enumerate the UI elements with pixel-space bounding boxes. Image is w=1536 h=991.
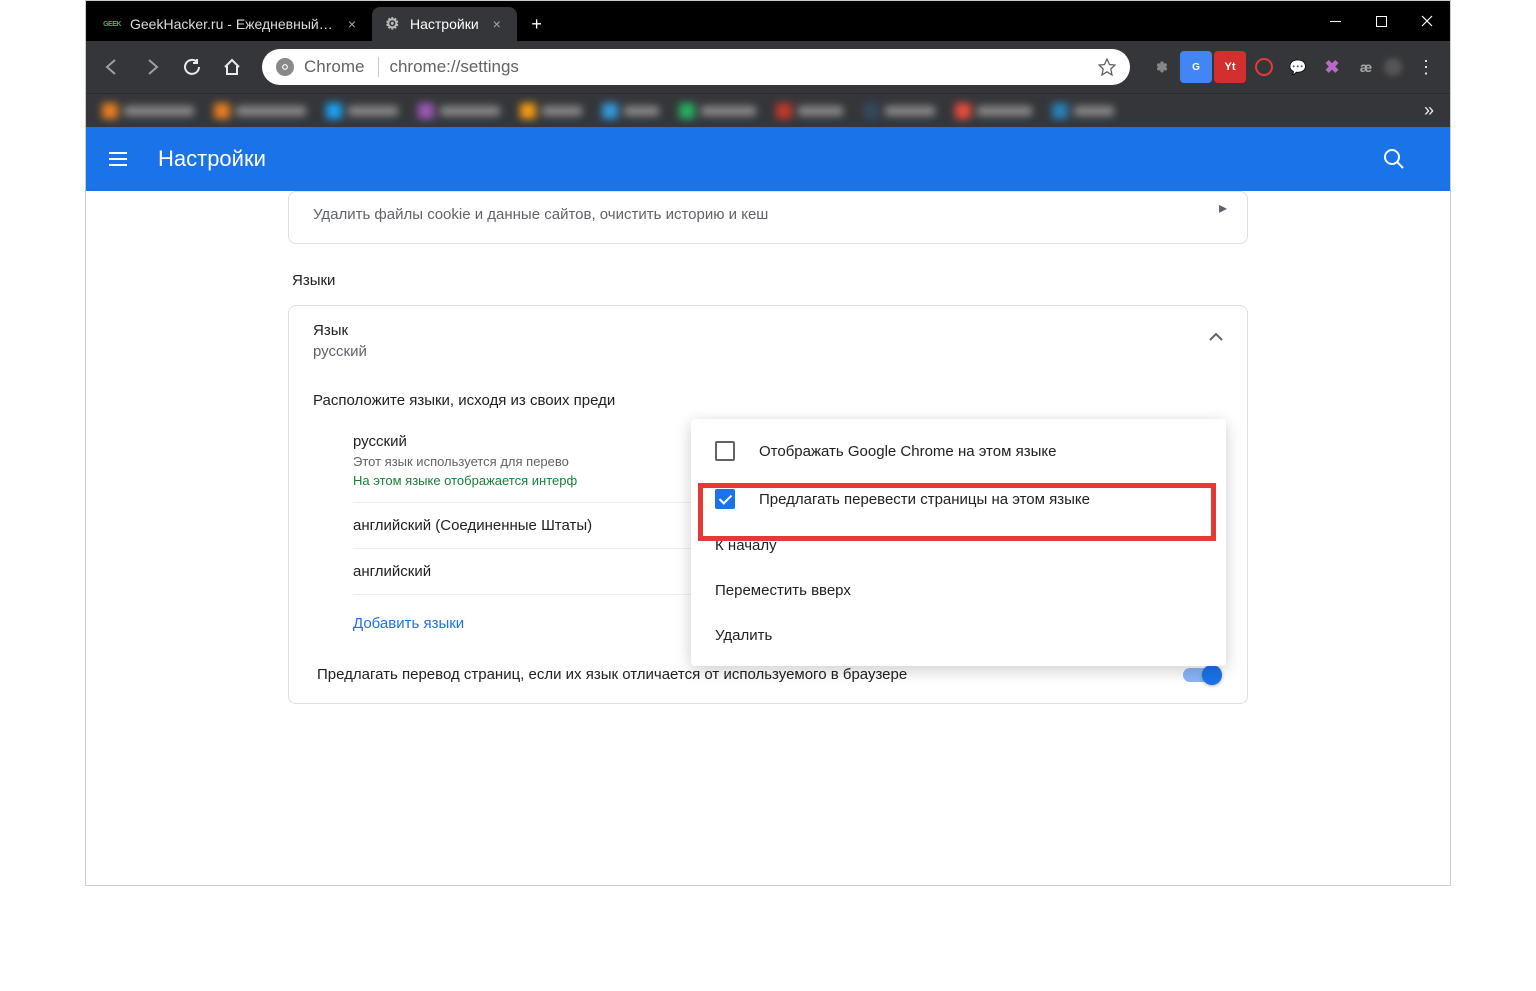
bookmark-item[interactable] (1044, 99, 1122, 123)
language-label: Язык (313, 322, 1209, 339)
extension-icon[interactable] (1384, 58, 1402, 76)
bookmark-item[interactable] (512, 99, 590, 123)
origin-chip: Chrome (304, 57, 379, 77)
popup-label: Удалить (715, 627, 772, 644)
tab-title: Настройки (410, 16, 479, 32)
clear-history-card[interactable]: Удалить файлы cookie и данные сайтов, оч… (288, 191, 1248, 244)
language-value: русский (313, 343, 1209, 360)
extensions-area: ✽ G Yt 💬 ✖ æ (1142, 51, 1406, 83)
extension-icon[interactable]: ✽ (1146, 51, 1178, 83)
bookmark-item[interactable] (318, 99, 406, 123)
popup-display-chrome[interactable]: Отображать Google Chrome на этом языке (691, 427, 1226, 475)
bookmark-item[interactable] (594, 99, 667, 123)
close-icon[interactable]: × (489, 16, 505, 32)
hamburger-icon[interactable] (106, 147, 130, 171)
offer-translate-row: Предлагать перевод страниц, если их язык… (313, 666, 1223, 683)
bookmark-item[interactable] (671, 99, 764, 123)
bookmark-item[interactable] (947, 99, 1040, 123)
extension-icon[interactable]: 💬 (1282, 51, 1314, 83)
url-text: chrome://settings (389, 57, 1088, 77)
checkbox-checked-icon[interactable] (715, 489, 735, 509)
bookmark-star-icon[interactable] (1098, 58, 1116, 76)
language-options-popup: Отображать Google Chrome на этом языке П… (691, 419, 1226, 666)
gear-icon: ⚙ (384, 16, 400, 32)
bookmark-item[interactable] (206, 99, 314, 123)
extension-icon[interactable]: æ (1350, 51, 1382, 83)
bookmark-item[interactable] (410, 99, 508, 123)
popup-label: К началу (715, 537, 777, 554)
toolbar: Chrome chrome://settings ✽ G Yt 💬 ✖ æ ⋮ (86, 41, 1450, 93)
languages-section-title: Языки (292, 272, 1248, 289)
offer-translate-label: Предлагать перевод страниц, если их язык… (317, 666, 1183, 683)
clear-history-subtitle: Удалить файлы cookie и данные сайтов, оч… (313, 206, 1223, 223)
bookmark-item[interactable] (94, 99, 202, 123)
bookmark-item[interactable] (768, 99, 851, 123)
address-bar[interactable]: Chrome chrome://settings (262, 49, 1130, 85)
popup-label: Предлагать перевести страницы на этом яз… (759, 491, 1090, 508)
window-controls (1312, 1, 1450, 41)
bookmarks-bar: » (86, 93, 1450, 127)
chevron-right-icon: ▸ (1219, 198, 1227, 218)
favicon-geek: GEEK (104, 16, 120, 32)
checkbox-icon[interactable] (715, 441, 735, 461)
new-tab-button[interactable]: + (523, 10, 551, 38)
chevron-up-icon (1209, 332, 1223, 342)
tab-settings[interactable]: ⚙ Настройки × (372, 7, 517, 41)
popup-offer-translate[interactable]: Предлагать перевести страницы на этом яз… (691, 475, 1226, 523)
chrome-icon (276, 58, 294, 76)
titlebar: GEEK GeekHacker.ru - Ежедневный жу × ⚙ Н… (86, 1, 1450, 41)
bookmarks-overflow-icon[interactable]: » (1416, 100, 1442, 121)
tab-strip: GEEK GeekHacker.ru - Ежедневный жу × ⚙ Н… (86, 1, 1312, 41)
bookmark-item[interactable] (855, 99, 943, 123)
popup-label: Отображать Google Chrome на этом языке (759, 443, 1056, 460)
language-expand-row[interactable]: Язык русский (289, 306, 1247, 370)
page-title: Настройки (158, 146, 1382, 172)
close-icon[interactable]: × (344, 16, 360, 32)
search-icon[interactable] (1382, 147, 1406, 171)
home-button[interactable] (214, 49, 250, 85)
extension-icon[interactable]: ✖ (1316, 51, 1348, 83)
extension-icon[interactable] (1248, 51, 1280, 83)
popup-delete[interactable]: Удалить (691, 613, 1226, 658)
popup-label: Переместить вверх (715, 582, 851, 599)
offer-translate-toggle[interactable] (1183, 668, 1219, 682)
reload-button[interactable] (174, 49, 210, 85)
tab-title: GeekHacker.ru - Ежедневный жу (130, 16, 334, 32)
extension-icon[interactable]: Yt (1214, 51, 1246, 83)
menu-button[interactable]: ⋮ (1410, 57, 1442, 78)
maximize-button[interactable] (1358, 1, 1404, 41)
settings-content[interactable]: Удалить файлы cookie и данные сайтов, оч… (86, 191, 1450, 885)
back-button[interactable] (94, 49, 130, 85)
close-window-button[interactable] (1404, 1, 1450, 41)
minimize-button[interactable] (1312, 1, 1358, 41)
forward-button[interactable] (134, 49, 170, 85)
popup-to-top[interactable]: К началу (691, 523, 1226, 568)
order-instruction: Расположите языки, исходя из своих преди (313, 392, 1223, 409)
extension-icon[interactable]: G (1180, 51, 1212, 83)
settings-header: Настройки (86, 127, 1450, 191)
popup-move-up[interactable]: Переместить вверх (691, 568, 1226, 613)
browser-window: GEEK GeekHacker.ru - Ежедневный жу × ⚙ Н… (85, 0, 1451, 886)
tab-geekhacker[interactable]: GEEK GeekHacker.ru - Ежедневный жу × (92, 7, 372, 41)
